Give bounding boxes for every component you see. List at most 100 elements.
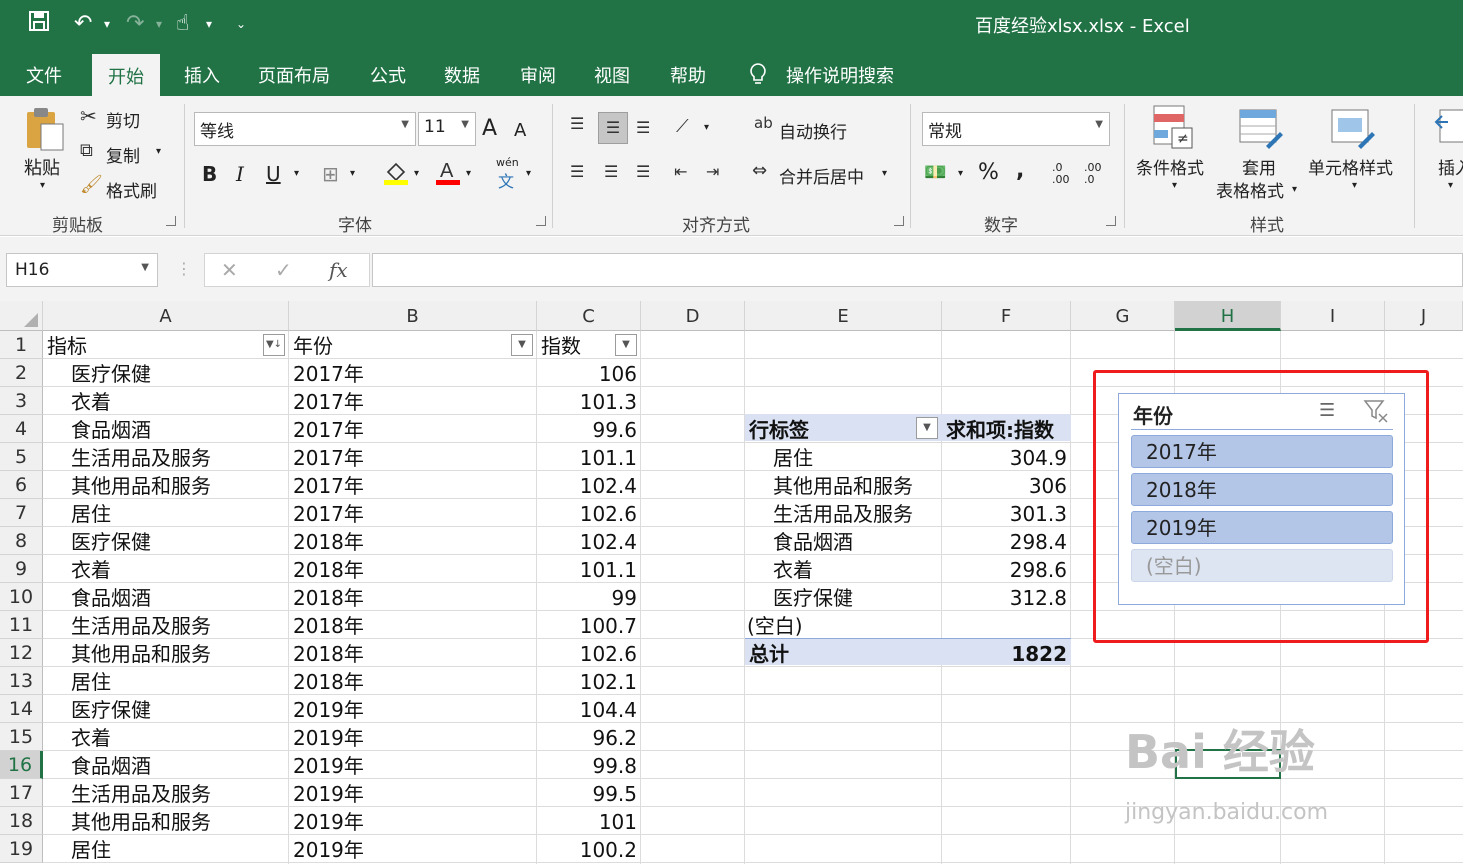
slicer-item-blank[interactable]: (空白) — [1131, 549, 1393, 582]
orientation-icon[interactable]: ⟋ — [676, 116, 689, 137]
decrease-indent-icon[interactable]: ⇤ — [674, 162, 687, 181]
tab-help[interactable]: 帮助 — [670, 62, 706, 88]
currency-dropdown-icon[interactable]: ▾ — [958, 168, 963, 179]
font-color-dropdown-icon[interactable]: ▾ — [466, 168, 471, 179]
percent-button[interactable]: % — [978, 160, 999, 185]
increase-indent-icon[interactable]: ⇥ — [706, 162, 719, 181]
filter-dropdown-icon[interactable]: ▼ — [511, 334, 533, 356]
tab-data[interactable]: 数据 — [444, 62, 480, 88]
copy-button[interactable]: 复制 — [106, 142, 140, 167]
row-header-10[interactable]: 10 — [0, 583, 43, 611]
fill-dropdown-icon[interactable]: ▾ — [414, 168, 419, 179]
align-center-icon[interactable]: ☰ — [604, 162, 618, 181]
cell-styles-dropdown-icon[interactable]: ▾ — [1352, 180, 1357, 191]
format-as-table-button-line2[interactable]: 表格格式 — [1216, 177, 1284, 202]
format-painter-icon[interactable]: 🖌 — [80, 174, 103, 195]
format-as-table-icon[interactable] — [1238, 106, 1284, 157]
column-header-b[interactable]: B — [289, 301, 537, 331]
row-header-8[interactable]: 8 — [0, 527, 43, 555]
filter-dropdown-icon[interactable]: ▼ — [615, 334, 637, 356]
number-format-box[interactable]: 常规 ▼ — [922, 112, 1110, 146]
column-header-e[interactable]: E — [745, 301, 942, 331]
formula-input[interactable] — [372, 253, 1463, 287]
slicer-item-2019[interactable]: 2019年 — [1131, 511, 1393, 544]
cut-icon[interactable]: ✂ — [80, 104, 97, 128]
shrink-font-button[interactable]: A — [514, 120, 526, 141]
tab-formulas[interactable]: 公式 — [370, 62, 406, 88]
cell-styles-icon[interactable] — [1330, 106, 1376, 157]
chevron-down-icon[interactable]: ▼ — [401, 119, 409, 130]
number-launcher-icon[interactable] — [1106, 216, 1116, 226]
slicer-item-2017[interactable]: 2017年 — [1131, 435, 1393, 468]
underline-dropdown-icon[interactable]: ▾ — [294, 168, 299, 179]
select-all-corner[interactable] — [0, 301, 43, 331]
row-header-17[interactable]: 17 — [0, 779, 43, 807]
customize-qat-icon[interactable]: ⌄ — [236, 10, 246, 38]
row-header-11[interactable]: 11 — [0, 611, 43, 639]
chevron-down-icon[interactable]: ▼ — [1095, 119, 1103, 130]
phonetic-icon[interactable]: 文 — [498, 168, 514, 192]
border-icon[interactable]: ⊞ — [322, 162, 339, 186]
tab-page-layout[interactable]: 页面布局 — [258, 62, 330, 88]
underline-button[interactable]: U — [266, 162, 281, 186]
insert-function-button[interactable]: fx — [329, 258, 348, 282]
row-header-7[interactable]: 7 — [0, 499, 43, 527]
font-name-box[interactable]: 等线 ▼ — [194, 112, 416, 146]
row-header-2[interactable]: 2 — [0, 359, 43, 387]
phonetic-dropdown-icon[interactable]: ▾ — [526, 168, 531, 179]
insert-dropdown-icon[interactable]: ▾ — [1448, 180, 1453, 191]
conditional-dropdown-icon[interactable]: ▾ — [1172, 180, 1177, 191]
row-header-18[interactable]: 18 — [0, 807, 43, 835]
conditional-format-button[interactable]: 条件格式 — [1136, 154, 1204, 179]
tab-home[interactable]: 开始 — [92, 54, 160, 96]
font-size-box[interactable]: 11 ▼ — [418, 112, 476, 146]
row-header-19[interactable]: 19 — [0, 835, 43, 863]
italic-button[interactable]: I — [236, 162, 244, 186]
column-header-h[interactable]: H — [1175, 301, 1281, 331]
increase-decimal-button[interactable]: .0 .00 — [1052, 162, 1078, 186]
undo-dropdown-icon[interactable]: ▾ — [104, 10, 110, 38]
tab-view[interactable]: 视图 — [594, 62, 630, 88]
align-right-icon[interactable]: ☰ — [636, 162, 650, 181]
row-header-4[interactable]: 4 — [0, 415, 43, 443]
insert-cells-icon[interactable] — [1434, 106, 1463, 151]
chevron-down-icon[interactable]: ▼ — [141, 262, 149, 273]
slicer-item-2018[interactable]: 2018年 — [1131, 473, 1393, 506]
sort-filter-icon[interactable]: ▼↓ — [263, 334, 285, 356]
font-color-icon[interactable]: A — [434, 158, 462, 191]
align-left-icon[interactable]: ☰ — [570, 162, 584, 181]
format-painter-button[interactable]: 格式刷 — [106, 177, 157, 202]
touch-mode-icon[interactable]: ☝ — [176, 10, 189, 38]
insert-cells-button[interactable]: 插入 — [1438, 154, 1463, 179]
redo-icon[interactable]: ↷ — [126, 10, 144, 38]
enter-icon[interactable]: ✓ — [275, 258, 292, 282]
grow-font-button[interactable]: A — [482, 116, 497, 141]
conditional-format-icon[interactable]: ≠ — [1152, 104, 1196, 157]
tab-review[interactable]: 审阅 — [520, 62, 556, 88]
redo-dropdown-icon[interactable]: ▾ — [156, 10, 162, 38]
row-header-13[interactable]: 13 — [0, 667, 43, 695]
touch-dropdown-icon[interactable]: ▾ — [206, 10, 212, 38]
row-header-14[interactable]: 14 — [0, 695, 43, 723]
copy-dropdown-icon[interactable]: ▾ — [156, 146, 161, 157]
column-header-i[interactable]: I — [1281, 301, 1385, 331]
row-header-5[interactable]: 5 — [0, 443, 43, 471]
decrease-decimal-button[interactable]: .00 .0 — [1084, 162, 1110, 186]
paste-icon[interactable] — [24, 106, 66, 157]
cell-styles-button[interactable]: 单元格样式 — [1308, 154, 1393, 179]
font-launcher-icon[interactable] — [536, 216, 546, 226]
row-header-12[interactable]: 12 — [0, 639, 43, 667]
fill-color-icon[interactable] — [382, 158, 410, 191]
slicer-year[interactable]: 年份 ☰ 2017年 2018年 2019年 (空白) — [1118, 393, 1405, 605]
multi-select-icon[interactable]: ☰ — [1319, 400, 1335, 421]
bold-button[interactable]: B — [202, 162, 217, 186]
align-bottom-icon[interactable]: ☰ — [636, 118, 650, 137]
wrap-text-button[interactable]: 自动换行 — [779, 118, 847, 143]
save-icon[interactable] — [28, 10, 50, 40]
row-header-9[interactable]: 9 — [0, 555, 43, 583]
clipboard-launcher-icon[interactable] — [166, 216, 176, 226]
orientation-dropdown-icon[interactable]: ▾ — [704, 122, 709, 133]
copy-icon[interactable]: ⧉ — [80, 140, 93, 161]
tab-file[interactable]: 文件 — [26, 62, 62, 88]
align-middle-icon[interactable]: ☰ — [598, 112, 628, 144]
